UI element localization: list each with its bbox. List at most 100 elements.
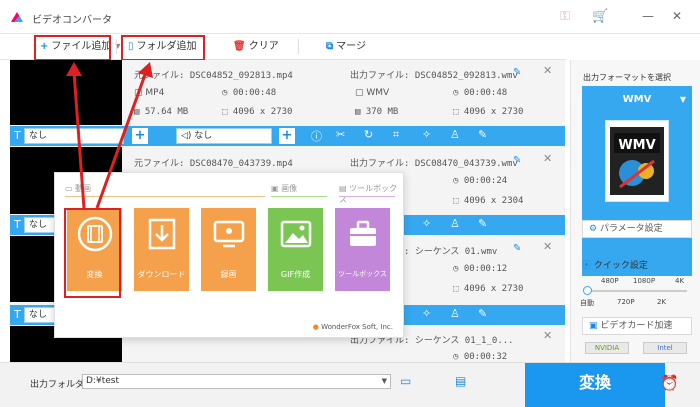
edit-pen-icon[interactable]: ✎ xyxy=(513,67,521,78)
add-file-highlight xyxy=(34,35,111,61)
subtitle-select[interactable]: なし xyxy=(24,128,124,144)
remove-row-icon[interactable]: ✕ xyxy=(543,64,552,77)
quality-tick: 1080P xyxy=(633,277,656,285)
edit-pen-icon[interactable]: ✎ xyxy=(513,243,521,254)
output-duration: ◷ 00:00:24 xyxy=(453,176,508,186)
remove-row-icon[interactable]: ✕ xyxy=(543,240,552,253)
quality-slider-handle[interactable] xyxy=(583,286,592,295)
key-icon[interactable]: ⚿ xyxy=(560,9,570,24)
add-subtitle-button[interactable]: + xyxy=(132,128,148,144)
subtitle-value: なし xyxy=(29,310,48,320)
effects-icon[interactable]: ✧ xyxy=(422,217,431,230)
video-category-text: 動画 xyxy=(75,184,92,193)
title-bar: ビデオコンバータ ⚿ 🛒 — ✕ xyxy=(0,0,700,34)
source-resolution-value: 4096 x 2730 xyxy=(232,107,293,117)
alarm-clock-icon[interactable]: ⏰ xyxy=(660,374,679,392)
output-resolution-value: 4096 x 2304 xyxy=(463,196,524,206)
merge-button[interactable]: ⧉ マージ xyxy=(326,39,366,55)
merge-label: マージ xyxy=(336,41,366,52)
quality-tick: 自動 xyxy=(580,299,594,307)
source-duration: ◷ 00:00:48 xyxy=(222,88,277,98)
wmv-format-icon: WMV xyxy=(605,120,669,202)
chevron-down-icon[interactable]: ▼ xyxy=(382,375,387,388)
subtitle-value: なし xyxy=(29,220,48,230)
edit-pen-icon[interactable]: ✎ xyxy=(513,155,521,166)
convert-button[interactable]: 変換 xyxy=(525,363,665,407)
add-audio-button[interactable]: + xyxy=(279,128,295,144)
subtitle-value: なし xyxy=(29,131,48,141)
record-tile[interactable]: 録画 xyxy=(201,208,256,291)
quick-settings-title: ⦿ クイック設定 xyxy=(582,258,648,271)
convert-label: 変換 xyxy=(578,373,611,392)
output-resolution-value: 4096 x 2730 xyxy=(463,284,524,294)
watermark-icon[interactable]: ♙ xyxy=(450,128,460,141)
image-mountain-icon xyxy=(268,216,323,259)
toolbox-tile[interactable]: ツールボックス xyxy=(335,208,390,291)
output-duration: ◷ 00:00:32 xyxy=(453,352,508,362)
trash-icon: 🗑 xyxy=(233,41,246,52)
record-tile-label: 録画 xyxy=(220,270,237,279)
gpu-acceleration-button[interactable]: ▣ ビデオカード加速 xyxy=(582,317,692,335)
cart-icon[interactable]: 🛒 xyxy=(592,9,608,24)
gif-maker-tile-label: GIF作成 xyxy=(280,270,311,279)
quality-slider-track[interactable] xyxy=(587,290,687,292)
toolbar-divider xyxy=(298,39,299,54)
remove-row-icon[interactable]: ✕ xyxy=(543,329,552,342)
brand-name: WonderFox Soft, Inc. xyxy=(321,323,393,331)
crop-icon[interactable]: ⌗ xyxy=(393,128,399,142)
format-name: WMV xyxy=(622,94,652,105)
convert-tile-highlight xyxy=(64,208,121,298)
image-category-line xyxy=(271,196,327,197)
output-folder-input[interactable]: D:¥test ▼ xyxy=(82,374,391,389)
output-duration-value: 00:00:12 xyxy=(463,264,508,274)
open-folder-icon[interactable]: ▤ xyxy=(455,374,466,388)
edit-icon[interactable]: ✎ xyxy=(478,128,487,141)
wmv-logo-text: WMV xyxy=(618,138,655,153)
effects-icon[interactable]: ✧ xyxy=(422,128,431,141)
toolbox-tile-label: ツールボックス xyxy=(338,270,387,278)
intel-badge: Intel xyxy=(643,342,687,354)
output-size-value: 370 MB xyxy=(365,107,399,117)
effects-icon[interactable]: ✧ xyxy=(422,307,431,320)
settings-icon: ⚙ xyxy=(589,224,598,234)
close-icon[interactable]: ✕ xyxy=(672,9,682,23)
brand-text: ● WonderFox Soft, Inc. xyxy=(313,323,393,331)
browse-folder-icon[interactable]: ▭ xyxy=(400,374,411,388)
row-edit-bar: T なし + ◁) なし + ⓘ ✂ ↻ ⌗ ✧ ♙ ✎ xyxy=(10,126,565,146)
output-format: ▢ WMV xyxy=(355,88,390,98)
edit-icon[interactable]: ✎ xyxy=(478,217,487,230)
toolbox-icon xyxy=(335,216,390,259)
watermark-icon[interactable]: ♙ xyxy=(450,307,460,320)
output-format-value: WMV xyxy=(366,88,390,98)
watermark-icon[interactable]: ♙ xyxy=(450,217,460,230)
quality-tick: 2K xyxy=(657,298,667,306)
edit-icon[interactable]: ✎ xyxy=(478,307,487,320)
output-format-panel: 出力フォーマットを選択 WMV ▼ WMV ⚙ パラメータ設定 ⦿ クイック設定… xyxy=(570,60,700,362)
minimize-icon[interactable]: — xyxy=(642,9,654,23)
chevron-down-icon: ▼ xyxy=(679,95,686,104)
video-category-line xyxy=(65,196,265,197)
video-thumbnail[interactable] xyxy=(10,60,122,125)
info-icon[interactable]: ⓘ xyxy=(311,128,322,144)
output-duration-value: 00:00:48 xyxy=(463,88,508,98)
output-size: ▤ 370 MB xyxy=(355,107,399,117)
format-selector[interactable]: WMV ▼ WMV xyxy=(582,86,692,276)
toolbox-category-line xyxy=(339,196,395,197)
output-duration: ◷ 00:00:48 xyxy=(453,88,508,98)
quality-tick: 480P xyxy=(601,277,619,285)
gif-maker-tile[interactable]: GIF作成 xyxy=(268,208,323,291)
parameter-settings-button[interactable]: ⚙ パラメータ設定 xyxy=(582,220,692,238)
clear-button[interactable]: 🗑 クリア xyxy=(233,39,279,55)
download-tile[interactable]: ダウンロード xyxy=(134,208,189,291)
gpu-acceleration-label: ビデオカード加速 xyxy=(600,321,673,331)
subtitle-icon: T xyxy=(14,308,21,321)
add-folder-highlight xyxy=(121,35,205,61)
rotate-icon[interactable]: ↻ xyxy=(364,128,373,141)
output-duration: ◷ 00:00:12 xyxy=(453,264,508,274)
remove-row-icon[interactable]: ✕ xyxy=(543,152,552,165)
output-resolution: ⬚ 4096 x 2730 xyxy=(453,284,524,294)
merge-icon: ⧉ xyxy=(326,41,334,52)
scissors-icon[interactable]: ✂ xyxy=(336,128,345,141)
output-file-name: 出力ファイル: DSC04852_092813.wmv xyxy=(350,71,518,81)
audio-select[interactable]: ◁) なし xyxy=(176,128,272,144)
